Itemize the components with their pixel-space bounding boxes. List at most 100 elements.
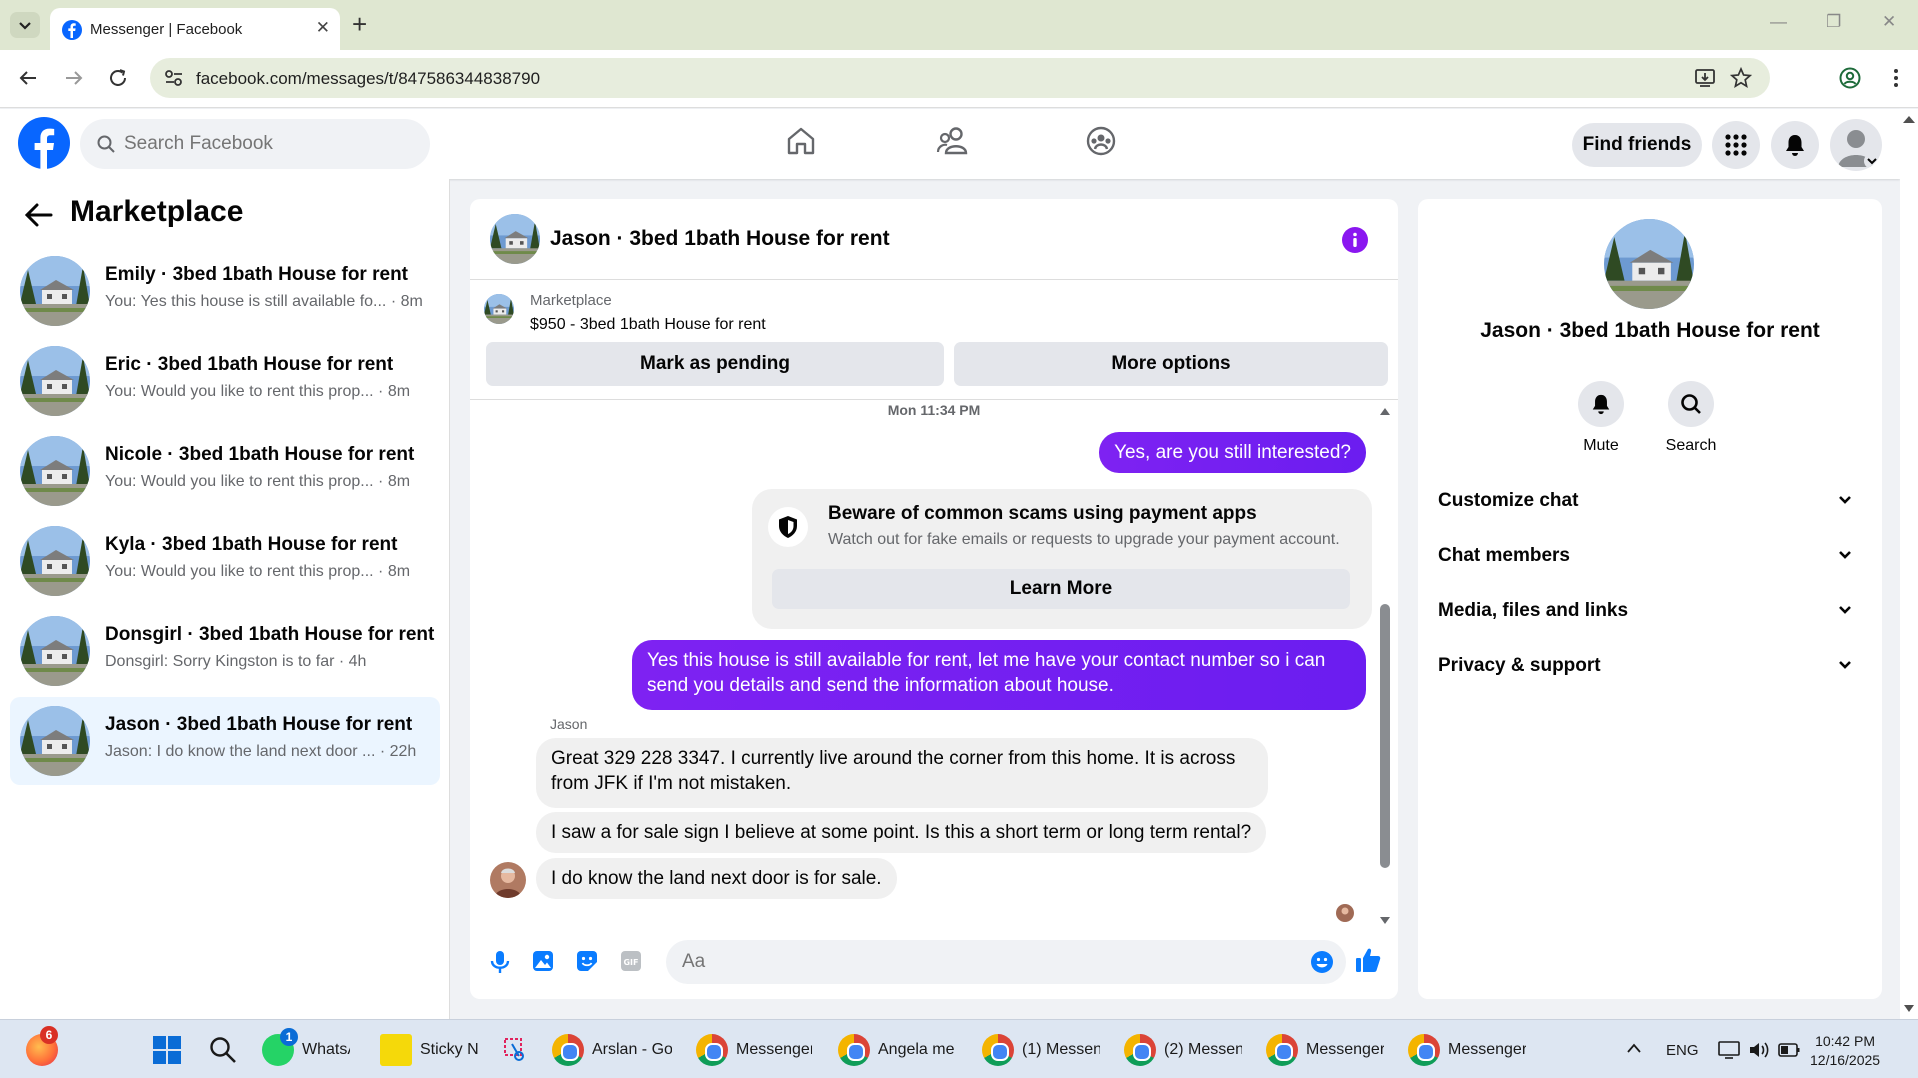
chevron-up-icon[interactable]: [1626, 1042, 1642, 1054]
conversation-item[interactable]: Kyla · 3bed 1bath House for rent You: Wou…: [10, 517, 440, 605]
window-close-icon[interactable]: ✕: [1882, 12, 1896, 32]
chat-avatar[interactable]: [490, 214, 540, 264]
chat-title[interactable]: Jason · 3bed 1bath House for rent: [550, 227, 890, 251]
forward-arrow-icon[interactable]: [62, 66, 86, 90]
message-input-box[interactable]: [666, 940, 1346, 984]
outgoing-message[interactable]: Yes this house is still available for re…: [632, 640, 1366, 710]
windows-taskbar: 6 WhatsA1 Sticky N Arslan - Goo Messenger An…: [0, 1019, 1918, 1078]
media-files-links-section[interactable]: Media, files and links: [1438, 591, 1862, 631]
chat-members-section[interactable]: Chat members: [1438, 536, 1862, 576]
thumbs-up-icon[interactable]: [1354, 946, 1382, 974]
taskbar-app-item[interactable]: Sticky N: [380, 1034, 490, 1066]
chat-scrollbar[interactable]: [1378, 406, 1392, 926]
menu-button[interactable]: [1712, 121, 1760, 169]
info-icon[interactable]: [1342, 227, 1368, 253]
browser-profile-icon[interactable]: [1838, 66, 1862, 90]
tab-search-button[interactable]: [10, 12, 40, 38]
taskbar-app-item[interactable]: Messenger: [1408, 1034, 1528, 1066]
listing-thumbnail[interactable]: [484, 294, 514, 324]
scrollbar-thumb[interactable]: [1380, 604, 1390, 868]
conversation-item[interactable]: Nicole · 3bed 1bath House for rent You: W…: [10, 427, 440, 515]
account-avatar[interactable]: [1830, 119, 1882, 171]
back-arrow-icon[interactable]: [24, 201, 54, 229]
browser-menu-icon[interactable]: [1884, 66, 1908, 90]
taskbar-search-icon[interactable]: [208, 1034, 238, 1066]
browser-tab[interactable]: Messenger | Facebook ✕: [50, 8, 340, 50]
facebook-search[interactable]: [80, 119, 430, 169]
house-photo-icon: [490, 214, 540, 264]
scroll-up-icon[interactable]: [1378, 406, 1392, 416]
omnibox[interactable]: facebook.com/messages/t/847586344838790: [150, 58, 1770, 98]
windows-start-icon[interactable]: [152, 1034, 182, 1066]
gif-icon[interactable]: GIF: [620, 950, 642, 972]
friends-icon[interactable]: [936, 125, 970, 157]
chrome-icon: [1266, 1034, 1298, 1066]
conversation-preview: Donsgirl: Sorry Kingston is to far · 4h: [105, 653, 367, 670]
sender-avatar[interactable]: [490, 862, 526, 898]
incoming-message[interactable]: I do know the land next door is for sale…: [536, 858, 897, 899]
tab-close-icon[interactable]: ✕: [316, 18, 330, 38]
details-name: Jason · 3bed 1bath House for rent: [1480, 319, 1820, 342]
conversation-avatar: [20, 256, 90, 326]
incoming-message[interactable]: I saw a for sale sign I believe at some …: [536, 812, 1267, 853]
section-label: Chat members: [1438, 545, 1570, 566]
page-scrollbar[interactable]: [1900, 109, 1918, 1019]
network-icon[interactable]: [1718, 1040, 1740, 1060]
taskbar-app-item[interactable]: Messenger: [1266, 1034, 1386, 1066]
details-avatar[interactable]: [1604, 219, 1694, 309]
conversation-item[interactable]: Emily · 3bed 1bath House for rent You: Ye…: [10, 247, 440, 335]
chevron-down-icon: [1839, 551, 1851, 559]
microphone-icon[interactable]: [490, 950, 510, 974]
conversation-item[interactable]: Eric · 3bed 1bath House for rent You: Wou…: [10, 337, 440, 425]
battery-icon[interactable]: [1778, 1042, 1800, 1058]
taskbar-app-item[interactable]: WhatsA1: [262, 1028, 352, 1066]
conversation-name: Kyla · 3bed 1bath House for rent: [105, 534, 398, 555]
new-tab-button[interactable]: +: [352, 10, 367, 38]
more-options-button[interactable]: More options: [954, 342, 1388, 386]
mute-button[interactable]: Mute: [1556, 381, 1646, 455]
outgoing-message[interactable]: Yes, are you still interested?: [1099, 432, 1366, 473]
taskbar-app-item[interactable]: Messenger: [696, 1034, 814, 1066]
taskbar-app-item[interactable]: Angela mes: [838, 1034, 956, 1066]
groups-icon[interactable]: [1085, 125, 1117, 157]
section-label: Customize chat: [1438, 490, 1579, 511]
emoji-icon[interactable]: [1310, 950, 1334, 974]
listing-description[interactable]: $950 - 3bed 1bath House for rent: [530, 316, 766, 334]
sticker-icon[interactable]: [576, 950, 598, 972]
reload-icon[interactable]: [106, 66, 130, 90]
conversation-name: Donsgirl · 3bed 1bath House for rent: [105, 624, 435, 645]
privacy-support-section[interactable]: Privacy & support: [1438, 646, 1862, 686]
restore-icon[interactable]: ❐: [1826, 12, 1841, 32]
system-clock[interactable]: 10:42 PM 12/16/2025: [1810, 1032, 1880, 1070]
taskbar-app-item[interactable]: (1) Messeng: [982, 1034, 1102, 1066]
site-info-icon[interactable]: [164, 69, 184, 87]
scroll-down-icon[interactable]: [1903, 1004, 1915, 1014]
taskbar-app-item[interactable]: Arslan - Goo: [552, 1034, 674, 1066]
snipping-tool-taskbar-item[interactable]: [500, 1034, 530, 1066]
volume-icon[interactable]: [1748, 1040, 1770, 1060]
taskbar-app-item[interactable]: (2) Messeng: [1124, 1034, 1244, 1066]
conversation-item[interactable]: Donsgirl · 3bed 1bath House for rent Dons…: [10, 607, 440, 695]
firefox-taskbar-item[interactable]: 6: [26, 1026, 58, 1066]
find-friends-button[interactable]: Find friends: [1572, 123, 1702, 167]
back-arrow-icon[interactable]: [16, 66, 40, 90]
message-input[interactable]: [682, 940, 1282, 984]
facebook-logo-icon[interactable]: [18, 117, 70, 169]
notifications-button[interactable]: [1771, 121, 1819, 169]
house-photo-icon: [20, 256, 90, 326]
customize-chat-section[interactable]: Customize chat: [1438, 481, 1862, 521]
learn-more-button[interactable]: Learn More: [772, 569, 1350, 609]
search-in-chat-button[interactable]: Search: [1646, 381, 1736, 455]
install-app-icon[interactable]: [1694, 67, 1716, 89]
conversation-item[interactable]: Jason · 3bed 1bath House for rent Jason: …: [10, 697, 440, 785]
language-indicator[interactable]: ENG: [1666, 1042, 1699, 1059]
home-icon[interactable]: [785, 125, 817, 157]
bookmark-star-icon[interactable]: [1730, 67, 1752, 89]
scroll-down-icon[interactable]: [1378, 916, 1392, 926]
incoming-message[interactable]: Great 329 228 3347. I currently live aro…: [536, 738, 1268, 808]
scroll-up-icon[interactable]: [1900, 113, 1918, 125]
minimize-icon[interactable]: —: [1770, 12, 1787, 32]
search-input[interactable]: [124, 119, 414, 169]
photo-icon[interactable]: [532, 950, 554, 972]
mark-as-pending-button[interactable]: Mark as pending: [486, 342, 944, 386]
